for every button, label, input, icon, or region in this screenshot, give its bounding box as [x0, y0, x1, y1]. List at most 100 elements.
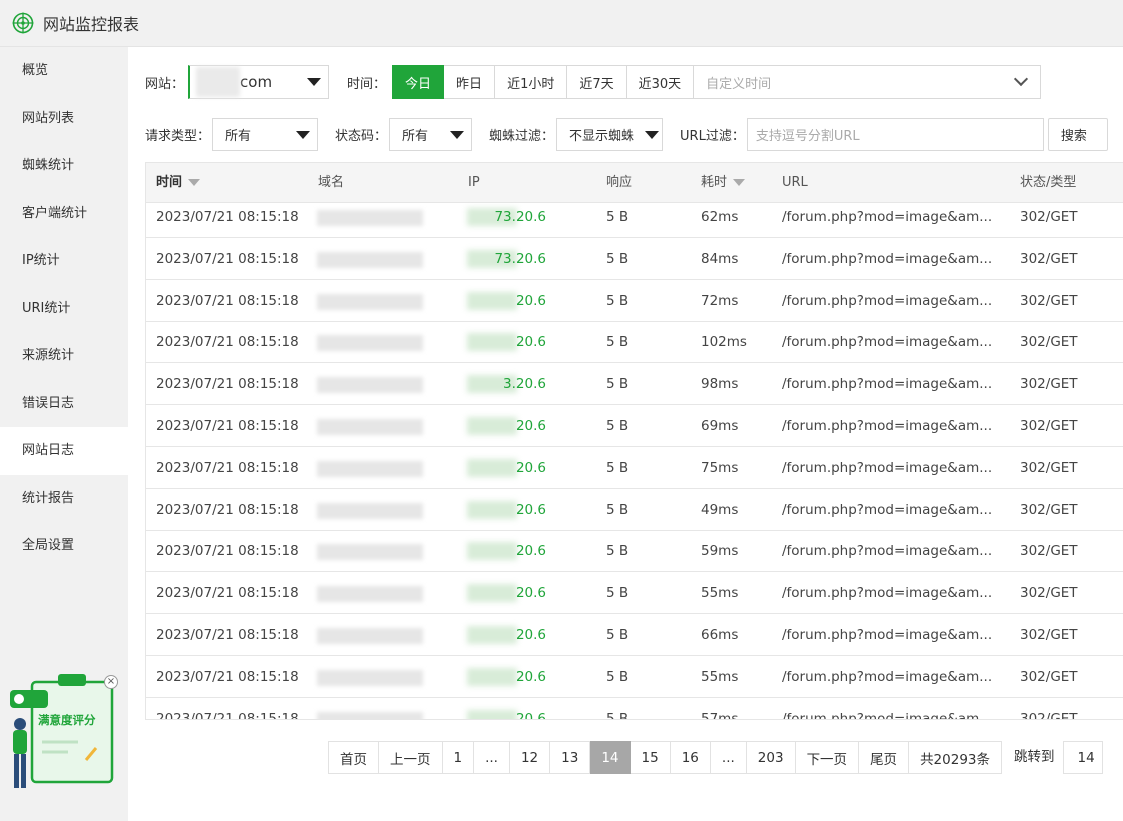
next-page-button[interactable]: 下一页 — [795, 741, 860, 774]
cell-time: 2023/07/21 08:15:18 — [156, 209, 299, 225]
first-page-button[interactable]: 首页 — [328, 741, 379, 774]
table-row[interactable]: 2023/07/21 08:15:18 20.6 5 B 49ms/forum.php… — [146, 489, 1123, 531]
page-button[interactable]: 1 — [442, 741, 475, 774]
table-row[interactable]: 2023/07/21 08:15:18 20.6 5 B 59ms/forum.php… — [146, 530, 1123, 573]
time-range-button[interactable]: 近1小时 — [495, 65, 568, 99]
cell-status: 302/GET — [1020, 710, 1078, 720]
cell-time: 2023/07/21 08:15:18 — [156, 376, 299, 393]
cell-url: /forum.php?mod=image&am... — [782, 250, 993, 267]
table-row[interactable]: 2023/07/21 08:15:18 20.6 5 B 69ms/forum.php… — [146, 405, 1123, 447]
sidebar-item[interactable]: 统计报告 — [0, 475, 128, 523]
search-button[interactable]: 搜索 — [1047, 117, 1108, 151]
cell-time: 2023/07/21 08:15:18 — [156, 627, 299, 643]
cell-response: 5 B — [606, 710, 629, 720]
page-button[interactable]: 13 — [550, 741, 591, 774]
cell-response: 5 B — [606, 292, 629, 309]
cell-ip: 20.6 — [515, 543, 546, 560]
domain-redacted — [317, 460, 423, 477]
table-row[interactable]: 2023/07/21 08:15:18 20.6 5 B 57ms/forum.php… — [146, 698, 1123, 720]
table-row[interactable]: 2023/07/21 08:15:18 20.6 5 B 72ms/forum.php… — [146, 280, 1123, 322]
domain-redacted — [317, 586, 423, 603]
cell-response: 5 B — [606, 376, 629, 393]
cell-ip: 20.6 — [515, 710, 546, 720]
cell-ip: 73.20.6 — [494, 209, 546, 225]
sidebar-item[interactable]: IP统计 — [0, 237, 128, 285]
cell-time: 2023/07/21 08:15:18 — [156, 250, 299, 267]
ip-redacted — [467, 333, 517, 352]
cell-status: 302/GET — [1020, 668, 1078, 685]
request-type-select[interactable]: 所有 — [212, 117, 319, 151]
page-button[interactable]: 12 — [509, 741, 551, 774]
domain-redacted — [317, 251, 423, 268]
table-row[interactable]: 2023/07/21 08:15:18 20.6 5 B 75ms/forum.php… — [146, 447, 1123, 489]
sidebar-item[interactable]: 客户端统计 — [0, 190, 128, 238]
sort-down-icon — [733, 179, 746, 186]
app-title: 网站监控报表 — [43, 15, 140, 34]
cell-response: 5 B — [606, 627, 629, 643]
cell-status: 302/GET — [1020, 250, 1078, 267]
table-row[interactable]: 2023/07/21 08:15:18 20.6 5 B 55ms/forum.php… — [146, 656, 1123, 698]
cell-url: /forum.php?mod=image&am... — [782, 459, 993, 476]
cell-ip: 20.6 — [515, 627, 546, 643]
cell-ip: 20.6 — [515, 501, 546, 518]
cell-response: 5 B — [606, 668, 629, 685]
status-code-select[interactable]: 所有 — [389, 117, 473, 151]
time-range-button[interactable]: 近30天 — [626, 65, 695, 99]
jump-to-input[interactable]: 14 — [1062, 741, 1103, 774]
url-filter-label: URL过滤： — [680, 128, 745, 144]
satisfaction-survey-illustration[interactable] — [8, 672, 120, 800]
time-range-button[interactable]: 今日 — [392, 65, 445, 99]
sidebar-item[interactable]: 概览 — [0, 47, 128, 95]
sidebar-item[interactable]: 错误日志 — [0, 380, 128, 428]
table-row[interactable]: 2023/07/21 08:15:18 20.6 5 B 102ms/forum.ph… — [146, 321, 1123, 364]
sidebar-item[interactable]: 网站列表 — [0, 95, 128, 143]
cell-status: 302/GET — [1020, 585, 1078, 602]
table-row[interactable]: 2023/07/21 08:15:18 73.20.6 5 B 62ms/forum.… — [146, 196, 1123, 238]
url-filter-input[interactable]: 支持逗号分割URL — [746, 117, 1044, 151]
page-button[interactable]: 16 — [670, 741, 711, 774]
cell-ip: 20.6 — [515, 668, 546, 685]
table-row[interactable]: 2023/07/21 08:15:18 20.6 5 B 66ms/forum.php… — [146, 614, 1123, 656]
sidebar-item[interactable]: 全局设置 — [0, 522, 128, 570]
cell-url: /forum.php?mod=image&am... — [782, 376, 993, 393]
cell-url: /forum.php?mod=image&am... — [782, 627, 993, 643]
page-ellipsis: ... — [474, 741, 510, 774]
time-range-button[interactable]: 近7天 — [567, 65, 627, 99]
cell-status: 302/GET — [1020, 418, 1078, 434]
custom-time-placeholder: 自定义时间 — [706, 76, 772, 92]
table-row[interactable]: 2023/07/21 08:15:18 20.6 5 B 55ms/forum.php… — [146, 572, 1123, 615]
prev-page-button[interactable]: 上一页 — [379, 741, 443, 774]
last-page-button[interactable]: 尾页 — [859, 741, 910, 774]
cell-status: 302/GET — [1020, 627, 1078, 643]
custom-time-select[interactable]: 自定义时间 — [694, 65, 1042, 99]
ip-redacted — [467, 291, 517, 310]
page-button[interactable]: 203 — [746, 741, 796, 774]
page-button[interactable]: 15 — [630, 741, 671, 774]
domain-redacted — [317, 544, 423, 561]
close-icon[interactable]: × — [104, 675, 118, 689]
cell-ip: 20.6 — [515, 418, 546, 434]
page-button[interactable]: 14 — [590, 741, 631, 774]
ip-redacted — [467, 542, 517, 561]
cell-status: 302/GET — [1020, 459, 1078, 476]
cell-elapsed: 98ms — [701, 376, 739, 393]
cell-time: 2023/07/21 08:15:18 — [156, 585, 299, 602]
sidebar-item[interactable]: 网站日志 — [0, 427, 128, 475]
cell-time: 2023/07/21 08:15:18 — [156, 668, 299, 685]
sidebar-item[interactable]: 来源统计 — [0, 332, 128, 380]
cell-url: /forum.php?mod=image&am... — [782, 418, 993, 434]
table-row[interactable]: 2023/07/21 08:15:18 73.20.6 5 B 84ms/forum.… — [146, 238, 1123, 280]
time-range-button[interactable]: 昨日 — [444, 65, 496, 99]
main-content: 网站： com 时间： 今日 昨日 近1小时 近7天 近30天 自定义时间 请求类型： … — [128, 47, 1123, 821]
spider-filter-select[interactable]: 不显示蜘蛛 — [556, 117, 664, 151]
cell-response: 5 B — [606, 209, 629, 225]
table-row[interactable]: 2023/07/21 08:15:18 3.20.6 5 B 98ms/forum.p… — [146, 363, 1123, 406]
domain-redacted — [317, 210, 423, 226]
cell-elapsed: 49ms — [701, 501, 739, 518]
sidebar-item[interactable]: URI统计 — [0, 285, 128, 333]
time-range-group: 今日 昨日 近1小时 近7天 近30天 — [392, 65, 695, 99]
cell-elapsed: 55ms — [701, 585, 739, 602]
sidebar-item[interactable]: 蜘蛛统计 — [0, 142, 128, 190]
site-select[interactable]: com — [188, 65, 330, 99]
crosshair-globe-icon — [12, 12, 34, 34]
